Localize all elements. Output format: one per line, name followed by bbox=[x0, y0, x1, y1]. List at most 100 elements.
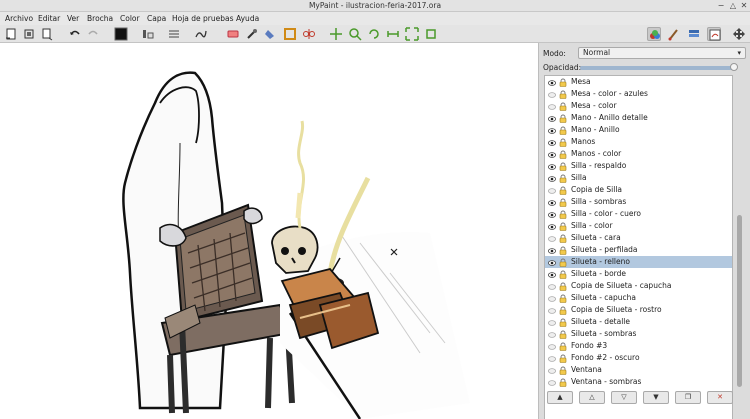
open-file-icon[interactable] bbox=[22, 27, 36, 41]
menu-ver[interactable]: Ver bbox=[67, 14, 79, 23]
lock-icon[interactable] bbox=[559, 354, 567, 363]
close-button[interactable]: ✕ bbox=[739, 1, 749, 11]
lock-icon[interactable] bbox=[559, 114, 567, 123]
eye-hidden-icon[interactable] bbox=[548, 187, 556, 194]
menu-brocha[interactable]: Brocha bbox=[87, 14, 113, 23]
lock-icon[interactable] bbox=[559, 258, 567, 267]
rotate-view-icon[interactable] bbox=[367, 27, 381, 41]
maximize-button[interactable]: △ bbox=[728, 1, 738, 11]
fill-tool-icon[interactable] bbox=[264, 27, 278, 41]
lock-icon[interactable] bbox=[559, 186, 567, 195]
eye-hidden-icon[interactable] bbox=[548, 379, 556, 386]
eye-icon[interactable] bbox=[548, 247, 556, 254]
drawing-canvas[interactable] bbox=[0, 43, 538, 419]
layer-row[interactable]: Ventana bbox=[545, 364, 732, 376]
color-swatch[interactable] bbox=[114, 27, 128, 41]
eye-icon[interactable] bbox=[548, 211, 556, 218]
layer-list-scrollbar[interactable] bbox=[735, 75, 744, 389]
layer-row[interactable]: Fondo #3 bbox=[545, 340, 732, 352]
layer-row[interactable]: Mano - Anillo bbox=[545, 124, 732, 136]
layer-row[interactable]: Copia de Silla bbox=[545, 184, 732, 196]
lock-icon[interactable] bbox=[559, 270, 567, 279]
eye-icon[interactable] bbox=[548, 199, 556, 206]
layer-row[interactable]: Mesa - color bbox=[545, 100, 732, 112]
layer-row[interactable]: Mesa bbox=[545, 76, 732, 88]
lock-icon[interactable] bbox=[559, 234, 567, 243]
eye-icon[interactable] bbox=[548, 127, 556, 134]
eye-hidden-icon[interactable] bbox=[548, 283, 556, 290]
new-document-icon[interactable] bbox=[4, 27, 18, 41]
reset-view-icon[interactable] bbox=[405, 27, 419, 41]
delete-layer-button[interactable]: ✕ bbox=[707, 391, 733, 404]
layer-row[interactable]: Silueta - perfilada bbox=[545, 244, 732, 256]
eye-hidden-icon[interactable] bbox=[548, 331, 556, 338]
layer-row[interactable]: Silueta - capucha bbox=[545, 292, 732, 304]
lock-icon[interactable] bbox=[559, 246, 567, 255]
lock-icon[interactable] bbox=[559, 318, 567, 327]
eye-hidden-icon[interactable] bbox=[548, 343, 556, 350]
layer-row[interactable]: Silueta - borde bbox=[545, 268, 732, 280]
menu-ayuda[interactable]: Ayuda bbox=[236, 14, 259, 23]
lock-icon[interactable] bbox=[559, 282, 567, 291]
lock-icon[interactable] bbox=[559, 330, 567, 339]
lock-icon[interactable] bbox=[559, 126, 567, 135]
lower-layer-button[interactable]: ▽ bbox=[611, 391, 637, 404]
fullscreen-icon[interactable] bbox=[732, 27, 746, 41]
opacity-slider[interactable] bbox=[580, 63, 738, 71]
zoom-view-icon[interactable] bbox=[348, 27, 362, 41]
lock-icon[interactable] bbox=[559, 78, 567, 87]
eye-hidden-icon[interactable] bbox=[548, 367, 556, 374]
menu-editar[interactable]: Editar bbox=[38, 14, 60, 23]
layer-row[interactable]: Silla bbox=[545, 172, 732, 184]
eye-icon[interactable] bbox=[548, 139, 556, 146]
eye-icon[interactable] bbox=[548, 175, 556, 182]
eye-hidden-icon[interactable] bbox=[548, 307, 556, 314]
layer-row[interactable]: Copia de Silueta - capucha bbox=[545, 280, 732, 292]
symmetry-icon[interactable] bbox=[167, 27, 181, 41]
menu-capa[interactable]: Capa bbox=[147, 14, 166, 23]
menu-hoja-de-pruebas[interactable]: Hoja de pruebas bbox=[172, 14, 234, 23]
undo-icon[interactable] bbox=[68, 27, 82, 41]
eye-icon[interactable] bbox=[548, 151, 556, 158]
lock-icon[interactable] bbox=[559, 294, 567, 303]
lock-icon[interactable] bbox=[559, 198, 567, 207]
lock-icon[interactable] bbox=[559, 306, 567, 315]
layer-row[interactable]: Copia de Silueta - rostro bbox=[545, 304, 732, 316]
duplicate-layer-button[interactable]: ❐ bbox=[675, 391, 701, 404]
eye-icon[interactable] bbox=[548, 163, 556, 170]
lock-icon[interactable] bbox=[559, 90, 567, 99]
lock-icon[interactable] bbox=[559, 366, 567, 375]
lock-icon[interactable] bbox=[559, 102, 567, 111]
layer-row[interactable]: Silla - respaldo bbox=[545, 160, 732, 172]
save-file-icon[interactable] bbox=[40, 27, 54, 41]
eye-icon[interactable] bbox=[548, 79, 556, 86]
layer-row[interactable]: Silla - sombras bbox=[545, 196, 732, 208]
mode-select[interactable]: Normal ▾ bbox=[578, 47, 746, 59]
layer-row[interactable]: Mesa - color - azules bbox=[545, 88, 732, 100]
layer-row[interactable]: Manos - color bbox=[545, 148, 732, 160]
eraser-icon[interactable] bbox=[226, 27, 240, 41]
eye-icon[interactable] bbox=[548, 115, 556, 122]
redo-icon[interactable] bbox=[86, 27, 100, 41]
lock-icon[interactable] bbox=[559, 222, 567, 231]
lock-icon[interactable] bbox=[559, 210, 567, 219]
symmetry-tool-icon[interactable] bbox=[302, 27, 316, 41]
move-layer-top-button[interactable]: ▲ bbox=[547, 391, 573, 404]
layers-panel-toggle-icon[interactable] bbox=[687, 27, 701, 41]
fit-view-icon[interactable] bbox=[424, 27, 438, 41]
opacity-handle[interactable] bbox=[730, 63, 738, 71]
brush-panel-toggle-icon[interactable] bbox=[667, 27, 681, 41]
move-layer-bottom-button[interactable]: ▼ bbox=[643, 391, 669, 404]
layer-row[interactable]: Silueta - detalle bbox=[545, 316, 732, 328]
layer-row[interactable]: Silueta - sombras bbox=[545, 328, 732, 340]
layer-row[interactable]: Mano - Anillo detalle bbox=[545, 112, 732, 124]
lock-icon[interactable] bbox=[559, 138, 567, 147]
eye-hidden-icon[interactable] bbox=[548, 319, 556, 326]
line-mode-icon[interactable] bbox=[194, 27, 208, 41]
color-picker-icon[interactable] bbox=[245, 27, 259, 41]
lock-icon[interactable] bbox=[559, 378, 567, 387]
color-panel-toggle-icon[interactable] bbox=[647, 27, 661, 41]
layer-row[interactable]: Silueta - relleno bbox=[545, 256, 732, 268]
eye-hidden-icon[interactable] bbox=[548, 235, 556, 242]
eye-hidden-icon[interactable] bbox=[548, 355, 556, 362]
